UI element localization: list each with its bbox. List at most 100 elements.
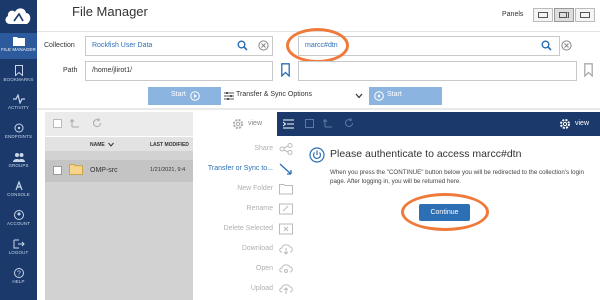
file-manager-app: FILE MANAGER BOOKMARKS ACTIVITY ENDPOINT… — [0, 0, 600, 300]
globus-logo-icon[interactable] — [3, 3, 34, 30]
sidebar-item-label: GROUPS — [8, 163, 29, 168]
sidebar-item-help[interactable]: ? HELP — [0, 265, 37, 291]
sidebar-item-activity[interactable]: ACTIVITY — [0, 91, 37, 117]
bookmark-icon — [14, 65, 23, 76]
path-label: Path — [63, 67, 78, 74]
single-panel-button[interactable] — [533, 8, 553, 22]
action-label: Upload — [250, 285, 273, 292]
sidebar-item-file-manager[interactable]: FILE MANAGER — [0, 33, 37, 59]
toolbar-divider — [37, 108, 600, 110]
sidebar-item-logout[interactable]: LOGOUT — [0, 236, 37, 262]
share-icon — [279, 143, 293, 155]
play-circle-left-icon — [374, 91, 384, 101]
start-right-button[interactable]: Start — [369, 87, 442, 105]
right-view-label[interactable]: view — [575, 120, 589, 127]
rename-icon — [279, 203, 293, 215]
sidebar-item-label: HELP — [12, 279, 25, 284]
sidebar-item-console[interactable]: CONSOLE — [0, 178, 37, 204]
action-label: Rename — [246, 205, 273, 212]
bookmark-icon[interactable] — [584, 63, 593, 77]
auth-message: When you press the "CONTINUE" button bel… — [330, 169, 584, 185]
left-view-label[interactable]: view — [248, 120, 262, 127]
collection-label: Collection — [44, 42, 75, 49]
right-path-input[interactable] — [298, 61, 577, 81]
folder-icon — [69, 164, 83, 175]
left-path-input[interactable]: /home/jlirot1/ — [85, 61, 273, 81]
transfer-sync-options-toggle[interactable]: Transfer & Sync Options — [236, 91, 312, 98]
activity-icon — [12, 94, 25, 104]
single-panel-icon — [538, 12, 548, 18]
logout-icon — [13, 239, 25, 249]
sidebar-item-label: CONSOLE — [7, 192, 30, 197]
endpoints-icon — [14, 123, 23, 133]
folder-icon — [12, 37, 25, 46]
action-label: Share — [254, 145, 273, 152]
sidebar-item-bookmarks[interactable]: BOOKMARKS — [0, 62, 37, 88]
clear-icon[interactable] — [258, 40, 269, 51]
console-icon — [14, 181, 23, 191]
action-new-folder[interactable]: New Folder — [193, 180, 299, 200]
column-name[interactable]: NAME — [90, 142, 105, 148]
select-all-checkbox[interactable] — [305, 119, 314, 128]
up-folder-icon[interactable] — [323, 118, 333, 128]
action-open[interactable]: Open — [193, 260, 299, 280]
annotation-circle — [286, 28, 349, 63]
chevron-down-icon[interactable] — [355, 93, 363, 99]
search-icon[interactable] — [237, 40, 248, 51]
upload-icon — [279, 284, 293, 294]
sidebar-item-label: LOGOUT — [8, 250, 29, 255]
dual-panel-button[interactable] — [554, 8, 574, 22]
sidebar-item-label: ENDPOINTS — [4, 134, 33, 139]
stacked-panel-icon — [580, 12, 590, 18]
collapse-menu-icon[interactable] — [283, 119, 294, 129]
sidebar: FILE MANAGER BOOKMARKS ACTIVITY ENDPOINT… — [0, 0, 37, 300]
transfer-arrow-icon — [279, 163, 292, 175]
download-icon — [279, 244, 293, 255]
gear-icon[interactable] — [559, 118, 571, 130]
start-label: Start — [387, 91, 402, 98]
groups-icon — [12, 153, 25, 162]
power-icon — [309, 147, 325, 163]
sidebar-item-account[interactable]: ACCOUNT — [0, 207, 37, 233]
panels-label: Panels — [502, 11, 524, 18]
sidebar-item-groups[interactable]: GROUPS — [0, 149, 37, 175]
action-label: New Folder — [237, 185, 273, 192]
play-circle-icon — [190, 91, 200, 101]
select-all-checkbox[interactable] — [53, 119, 62, 128]
gear-icon[interactable] — [232, 118, 244, 130]
stacked-panel-button[interactable] — [575, 8, 595, 22]
annotation-circle — [401, 193, 489, 231]
svg-text:?: ? — [17, 271, 21, 278]
sidebar-item-label: ACCOUNT — [7, 221, 30, 226]
new-folder-icon — [279, 184, 293, 195]
start-label: Start — [171, 91, 186, 98]
action-rename[interactable]: Rename — [193, 200, 299, 220]
clear-icon[interactable] — [561, 40, 572, 51]
auth-title: Please authenticate to access marcc#dtn — [330, 148, 522, 160]
sidebar-item-label: ACTIVITY — [7, 105, 30, 110]
account-icon — [13, 210, 24, 220]
open-icon — [279, 264, 293, 273]
help-icon: ? — [13, 268, 24, 278]
sidebar-item-label: BOOKMARKS — [3, 77, 34, 82]
file-name: OMP-src — [90, 167, 118, 174]
up-folder-icon[interactable] — [70, 118, 80, 128]
search-icon[interactable] — [541, 40, 552, 51]
refresh-icon[interactable] — [344, 118, 354, 128]
row-checkbox[interactable] — [53, 166, 62, 175]
refresh-icon[interactable] — [92, 118, 102, 128]
column-last-modified[interactable]: LAST MODIFIED — [150, 142, 189, 148]
action-download[interactable]: Download — [193, 240, 299, 260]
action-share[interactable]: Share — [193, 140, 299, 160]
action-upload[interactable]: Upload — [193, 280, 299, 300]
action-label: Transfer or Sync to... — [207, 165, 273, 172]
start-left-button[interactable]: Start — [148, 87, 221, 105]
sidebar-item-endpoints[interactable]: ENDPOINTS — [0, 120, 37, 146]
sort-arrow-icon — [108, 142, 114, 147]
action-delete-selected[interactable]: Delete Selected — [193, 220, 299, 240]
action-label: Delete Selected — [223, 225, 273, 232]
bookmark-icon[interactable] — [281, 63, 290, 77]
action-transfer-or-sync[interactable]: Transfer or Sync to... — [193, 160, 299, 180]
page-title: File Manager — [72, 4, 148, 19]
dual-panel-icon — [559, 12, 569, 18]
